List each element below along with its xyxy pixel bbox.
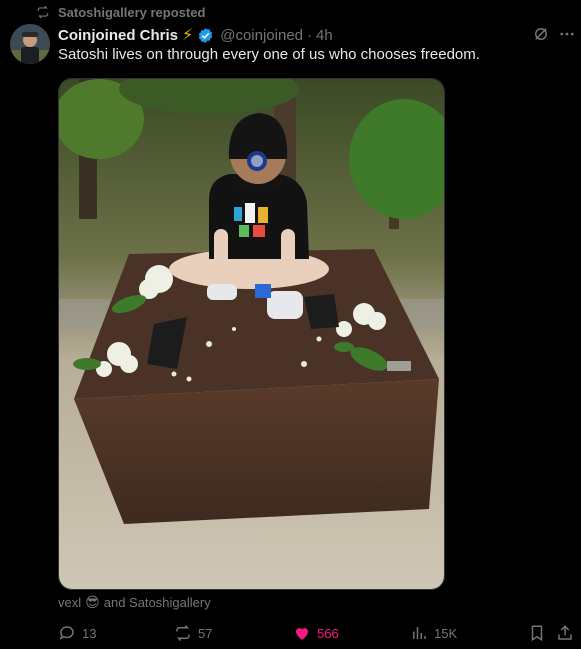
share-icon <box>558 625 572 640</box>
share-button[interactable] <box>556 621 574 645</box>
context-rest[interactable]: and Satoshigallery <box>104 595 211 610</box>
tweet-text: Satoshi lives on through every one of us… <box>58 46 480 63</box>
action-bar: 13 57 566 15K <box>58 621 578 645</box>
reply-button[interactable]: 13 <box>58 621 96 645</box>
photo-illustration <box>59 79 444 589</box>
timestamp[interactable]: 4h <box>316 27 333 44</box>
separator-dot: · <box>307 26 313 44</box>
grok-icon[interactable] <box>532 25 550 43</box>
repost-label: Satoshigallery reposted <box>58 4 206 20</box>
view-count: 15K <box>434 625 458 641</box>
social-context[interactable]: vexl 😎 and Satoshigallery <box>58 594 211 611</box>
author-name[interactable]: Coinjoined Chris <box>58 27 178 44</box>
verified-badge-icon[interactable] <box>197 27 214 44</box>
like-count: 566 <box>317 625 339 641</box>
repost-icon <box>37 5 49 19</box>
repost-count: 57 <box>198 625 213 641</box>
lightning-emoji: ⚡ <box>182 27 194 44</box>
analytics-icon <box>413 627 426 639</box>
bookmark-button[interactable] <box>528 621 546 645</box>
reply-count: 13 <box>82 625 97 641</box>
repost-indicator[interactable]: Satoshigallery reposted <box>36 3 205 21</box>
sunglasses-emoji: 😎 <box>85 594 100 610</box>
repost-icon <box>176 624 190 642</box>
repost-button[interactable]: 57 <box>174 621 212 645</box>
like-button[interactable]: 566 <box>293 621 339 645</box>
tweet-header: Coinjoined Chris ⚡ @coinjoined · 4h <box>58 24 333 46</box>
avatar[interactable] <box>10 24 50 64</box>
more-options-icon[interactable] <box>558 25 576 43</box>
context-user[interactable]: vexl <box>58 595 81 610</box>
tweet-photo[interactable] <box>58 78 445 590</box>
author-handle[interactable]: @coinjoined <box>220 27 303 44</box>
heart-icon <box>296 628 308 640</box>
bookmark-icon <box>531 625 543 642</box>
reply-icon <box>59 626 74 640</box>
views-button[interactable]: 15K <box>410 621 457 645</box>
